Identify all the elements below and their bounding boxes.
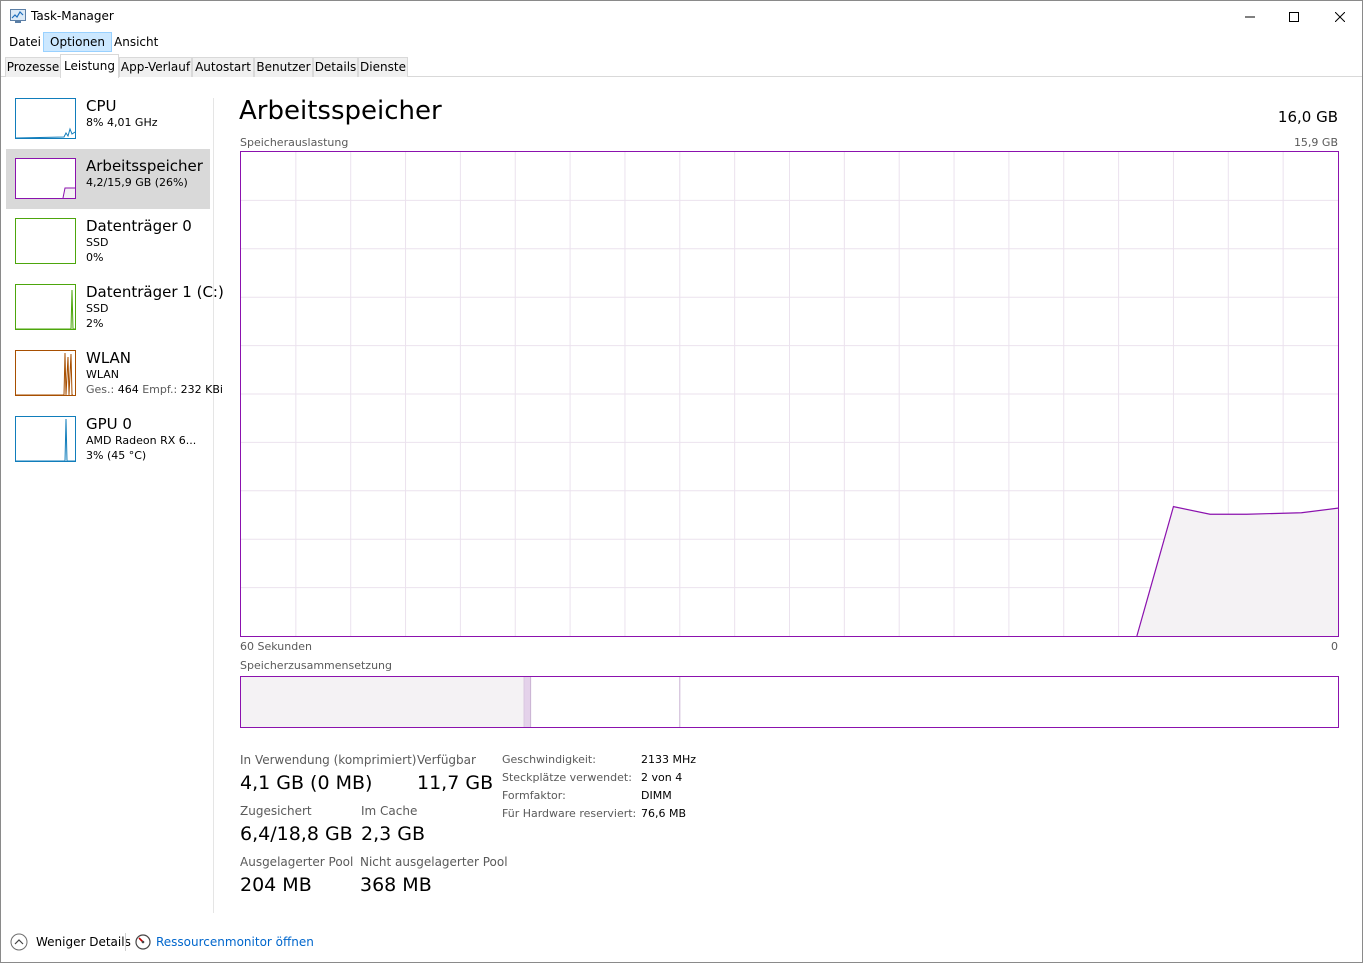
tab-autostart[interactable]: Autostart [192,57,254,77]
gpu-thumbnail-graph [15,416,76,462]
fewer-details-button[interactable]: Weniger Details [10,932,131,952]
cached-value: 2,3 GB [361,823,426,845]
sidebar-item-detail: 3% (45 °C) [86,449,147,462]
footer-bar: Weniger Details Ressourcenmonitor öffnen [1,926,1362,956]
wlan-recv-value: 232 KBi [180,383,223,396]
disk-0-thumbnail-graph [15,218,76,264]
sidebar-item-gpu[interactable]: GPU 0 AMD Radeon RX 6... 3% (45 °C) [6,407,210,467]
disk-1-thumbnail-graph [15,284,76,330]
tab-details[interactable]: Details [313,57,358,77]
detail-formfactor-label: Formfaktor: [502,789,566,802]
paged-pool-value: 204 MB [240,874,312,896]
sidebar-item-title: Datenträger 1 (C:) [86,283,224,301]
sidebar-item-subtitle: SSD [86,236,109,249]
maximize-icon [1289,11,1299,22]
sidebar-item-subtitle: 4,2/15,9 GB (26%) [86,176,188,189]
paged-pool-label: Ausgelagerter Pool [240,855,354,869]
resource-monitor-label: Ressourcenmonitor öffnen [156,935,314,949]
sidebar-item-title: WLAN [86,349,132,367]
sidebar-item-disk-1[interactable]: Datenträger 1 (C:) SSD 2% [6,275,224,335]
sidebar-item-title: Arbeitsspeicher [86,157,203,175]
sidebar-divider [213,98,214,913]
tab-dienste[interactable]: Dienste [358,57,408,77]
tab-app-verlauf[interactable]: App-Verlauf [119,57,192,77]
footer-divider [125,933,126,951]
composition-modified [524,677,531,727]
title-bar: Task-Manager [1,1,1362,32]
minimize-icon [1245,16,1255,17]
composition-label: Speicherzusammensetzung [240,659,392,672]
sidebar-item-subtitle: WLAN [86,368,120,381]
tab-benutzer[interactable]: Benutzer [254,57,313,77]
detail-speed-label: Geschwindigkeit: [502,753,596,766]
detail-reserved-label: Für Hardware reserviert: [502,807,637,820]
detail-slots-label: Steckplätze verwendet: [502,771,632,784]
usage-graph-max: 15,9 GB [1293,136,1338,149]
page-title: Arbeitsspeicher [239,96,442,126]
window-title: Task-Manager [31,9,114,23]
committed-value: 6,4/18,8 GB [240,823,353,845]
memory-usage-graph [240,151,1339,637]
sidebar-item-subtitle: 8% 4,01 GHz [86,116,158,129]
sidebar-item-cpu[interactable]: CPU 8% 4,01 GHz [6,89,210,149]
sidebar-item-subtitle: SSD [86,302,109,315]
detail-formfactor-value: DIMM [641,789,672,802]
graph-time-right: 0 [1331,640,1338,653]
task-manager-window: Task-Manager Datei Optionen Ansicht Proz… [0,0,1363,963]
memory-thumbnail-graph [15,158,76,199]
in-use-value: 4,1 GB (0 MB) [240,772,373,794]
menu-optionen[interactable]: Optionen [43,32,113,52]
tab-bar: Prozesse Leistung App-Verlauf Autostart … [1,53,1362,78]
menu-datei[interactable]: Datei [3,32,47,52]
sidebar-item-memory[interactable]: Arbeitsspeicher 4,2/15,9 GB (26%) [6,149,210,209]
sidebar-item-title: Datenträger 0 [86,217,192,235]
nonpaged-pool-value: 368 MB [360,874,432,896]
composition-in-use [241,677,525,727]
committed-label: Zugesichert [240,804,312,818]
tab-leistung[interactable]: Leistung [60,54,119,78]
sidebar-item-detail: 2% [86,317,104,330]
memory-usage-area [1136,506,1338,636]
menu-bar: Datei Optionen Ansicht [1,32,1362,52]
in-use-label: In Verwendung (komprimiert) [240,753,417,767]
sidebar-item-wlan[interactable]: WLAN WLAN Ges.: 464 Empf.: 232 KBi [6,341,223,401]
detail-reserved-value: 76,6 MB [641,807,687,820]
task-manager-icon [10,9,26,23]
sidebar-item-subtitle: AMD Radeon RX 6... [86,434,197,447]
memory-composition-bar [240,676,1339,728]
resource-monitor-icon [135,934,151,950]
wlan-thumbnail-graph [15,350,76,396]
graph-time-left: 60 Sekunden [240,640,312,653]
memory-usage-chart [241,152,1339,637]
fewer-details-label: Weniger Details [36,935,131,949]
sidebar-item-detail: 0% [86,251,104,264]
available-value: 11,7 GB [417,772,494,794]
close-icon [1335,11,1345,22]
resource-monitor-link[interactable]: Ressourcenmonitor öffnen [135,932,314,952]
total-memory: 16,0 GB [1277,108,1338,126]
nonpaged-pool-label: Nicht ausgelagerter Pool [360,855,508,869]
sidebar-item-disk-0[interactable]: Datenträger 0 SSD 0% [6,209,210,269]
sidebar-item-detail: Ges.: 464 Empf.: 232 KBi [86,383,223,396]
detail-speed-value: 2133 MHz [641,753,697,766]
detail-slots-value: 2 von 4 [641,771,683,784]
wlan-send-label: Ges.: [86,383,115,396]
cached-label: Im Cache [361,804,418,818]
memory-composition-chart [241,677,681,727]
sidebar-item-title: GPU 0 [86,415,132,433]
sidebar-item-title: CPU [86,97,117,115]
available-label: Verfügbar [417,753,476,767]
chevron-up-icon [10,933,28,951]
tab-prozesse[interactable]: Prozesse [5,57,61,77]
maximize-button[interactable] [1271,1,1317,32]
close-button[interactable] [1317,1,1363,32]
cpu-thumbnail-graph [15,98,76,139]
usage-graph-label: Speicherauslastung [240,136,349,149]
wlan-recv-label: Empf.: [142,383,178,396]
minimize-button[interactable] [1227,1,1273,32]
wlan-send-value: 464 [117,383,139,396]
menu-ansicht[interactable]: Ansicht [108,32,164,52]
